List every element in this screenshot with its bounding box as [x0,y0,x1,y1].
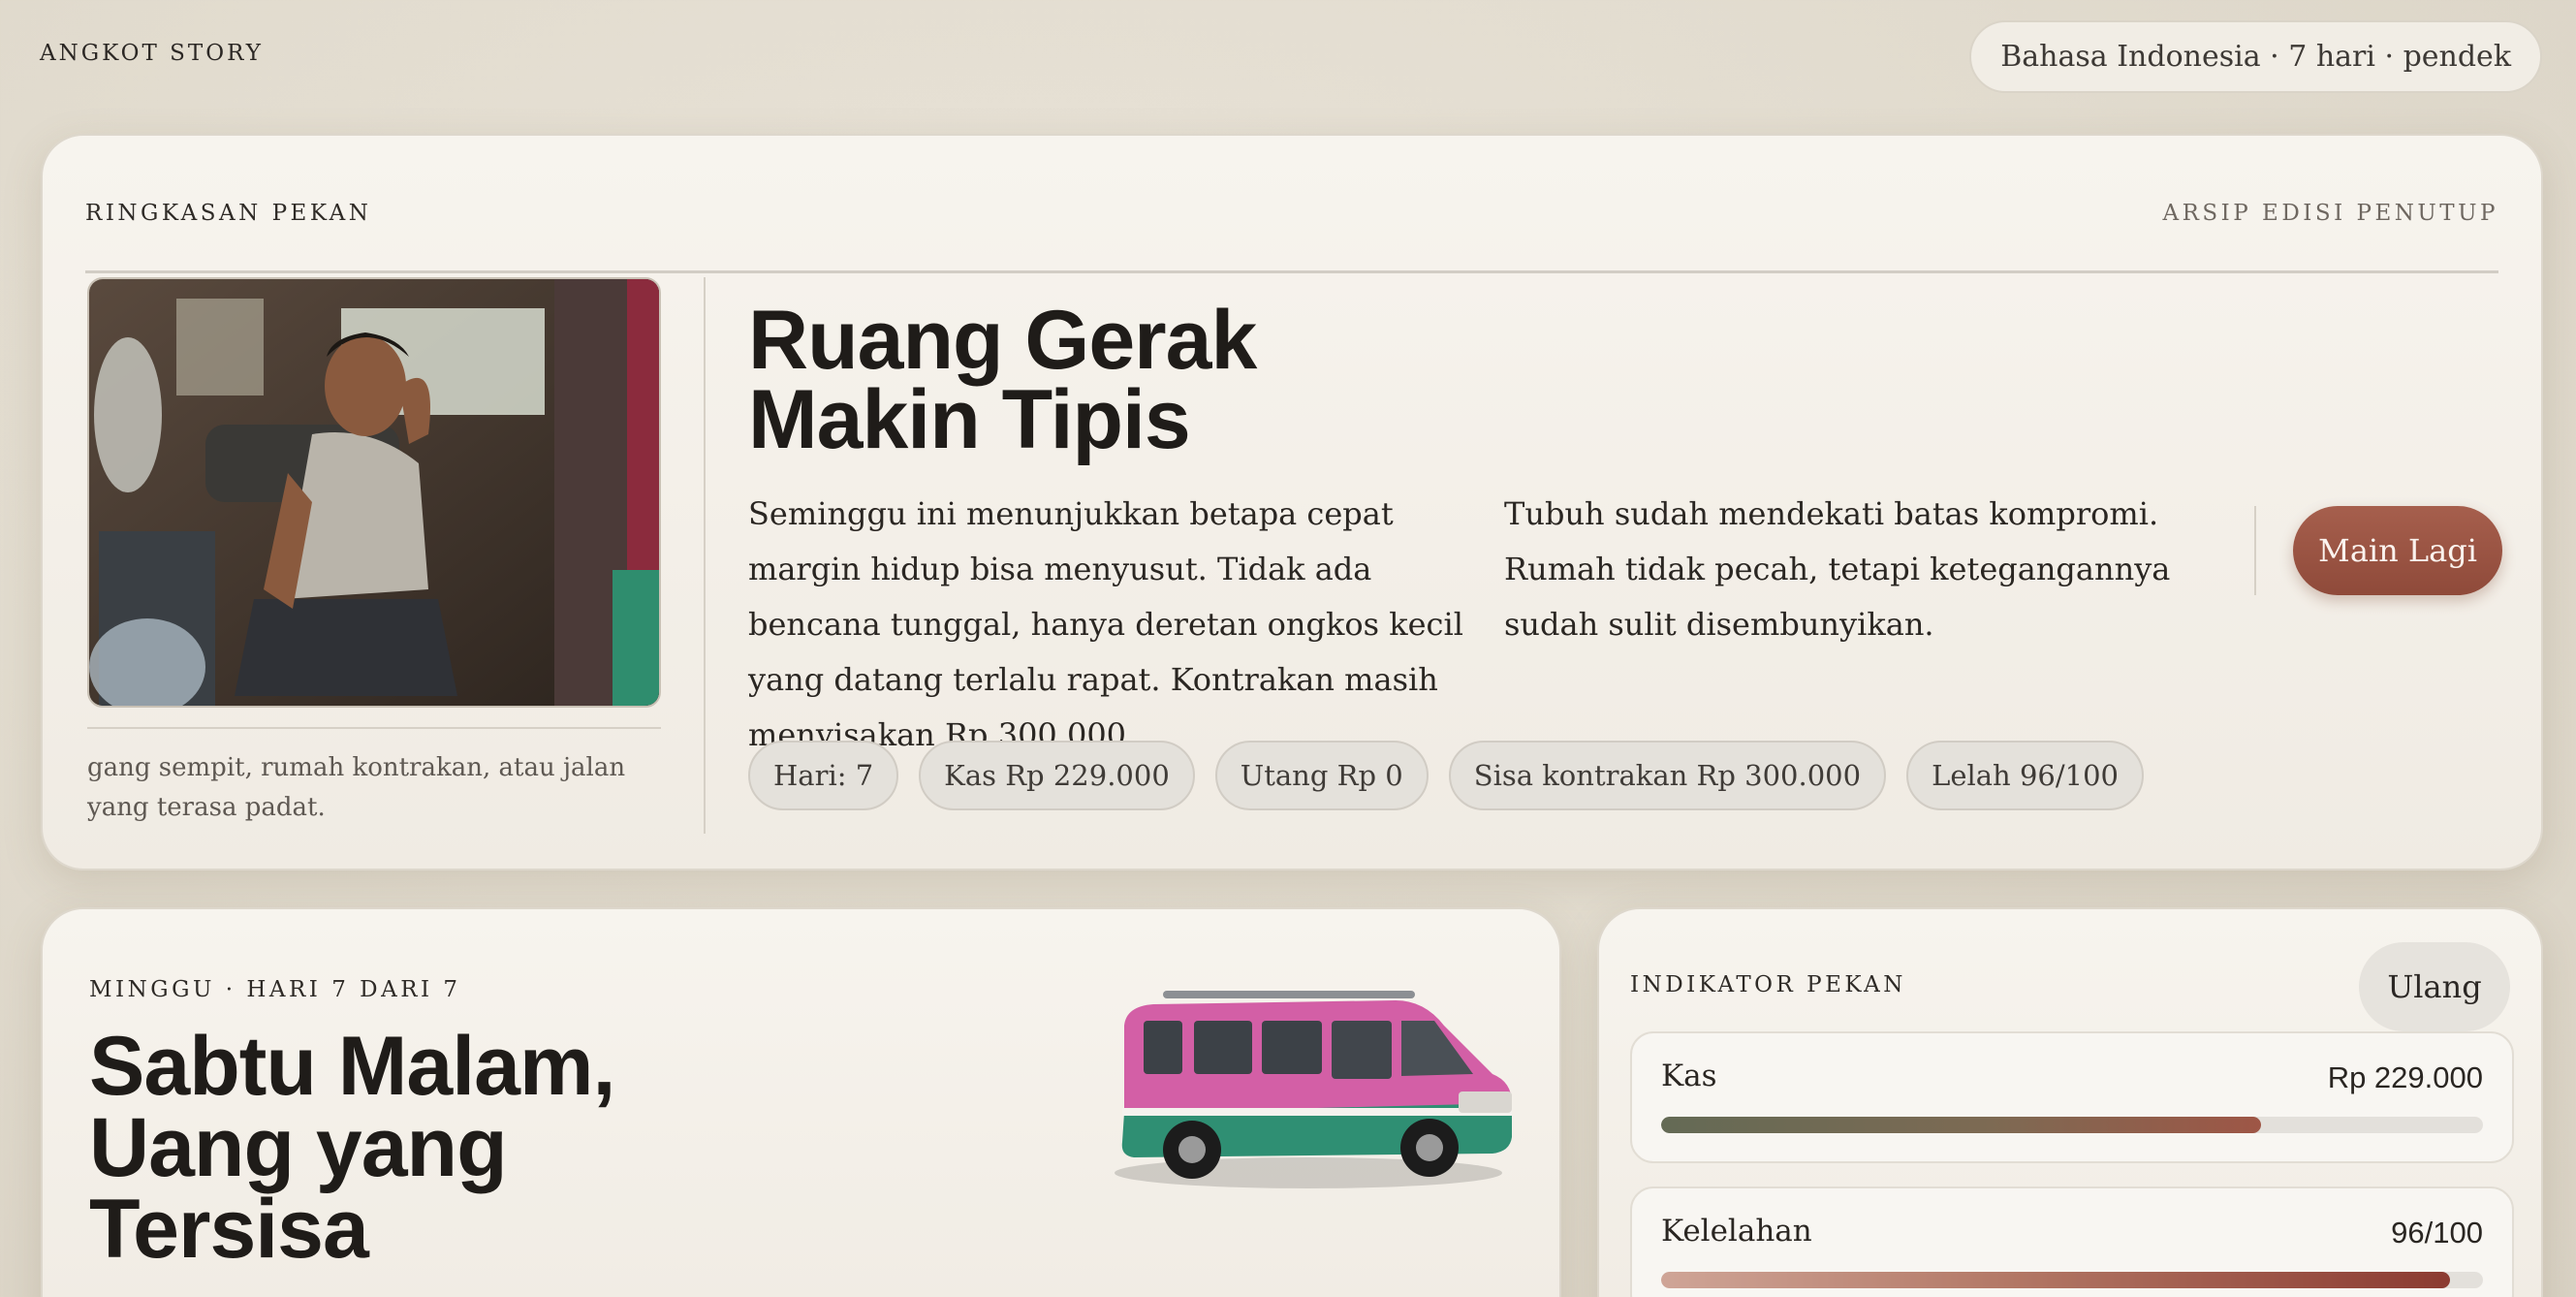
week-title: Sabtu Malam, Uang yang Tersisa [89,1025,768,1271]
button-divider [2254,506,2256,595]
indicators-eyebrow: INDIKATOR PEKAN [1630,972,1906,997]
metric-cash: Kas Rp 229.000 [1630,1031,2514,1163]
archive-label: ARSIP EDISI PENUTUP [2162,201,2498,226]
caption-divider [87,727,661,729]
metric-cash-value: Rp 229.000 [2327,1060,2483,1094]
metric-fatigue-value: 96/100 [2391,1216,2483,1250]
week-title-line-3: Tersisa [89,1183,369,1276]
week-title-line-2: Uang yang [89,1101,508,1194]
column-divider [704,277,706,834]
brand-logo: ANGKOT STORY [40,41,264,66]
header-divider [85,270,2498,273]
headline-line-2: Makin Tipis [748,373,1191,466]
summary-paragraph-2: Tubuh sudah mendekati batas kompromi. Ru… [1504,495,2171,643]
stat-chips: Hari: 7 Kas Rp 229.000 Utang Rp 0 Sisa k… [748,741,2144,810]
fatigue-progress-track [1661,1272,2483,1288]
angkot-van-illustration [1105,967,1531,1200]
metric-fatigue: Kelelahan 96/100 [1630,1186,2514,1297]
reset-button[interactable]: Ulang [2359,942,2510,1031]
stat-chip-rent: Sisa kontrakan Rp 300.000 [1448,741,1887,810]
play-again-button[interactable]: Main Lagi [2293,506,2502,595]
summary-paragraph-1: Seminggu ini menunjukkan betapa cepat ma… [748,495,1463,753]
stat-chip-day: Hari: 7 [748,741,899,810]
tired-driver-photo [87,277,661,708]
stat-chip-cash: Kas Rp 229.000 [919,741,1195,810]
photo-caption: gang sempit, rumah kontrakan, atau jalan… [87,753,626,822]
cash-progress-track [1661,1117,2483,1133]
metric-fatigue-label: Kelelahan [1661,1214,1812,1249]
week-title-line-1: Sabtu Malam, [89,1020,615,1113]
weekly-summary-card: RINGKASAN PEKAN ARSIP EDISI PENUTUP gang… [41,134,2543,870]
week-eyebrow: MINGGU · HARI 7 DARI 7 [89,977,461,1002]
metric-cash-label: Kas [1661,1059,1717,1093]
cash-progress-fill [1661,1117,2262,1133]
summary-eyebrow: RINGKASAN PEKAN [85,201,372,226]
van-graphic [1115,991,1512,1188]
fatigue-progress-fill [1661,1272,2451,1288]
week-card: MINGGU · HARI 7 DARI 7 Sabtu Malam, Uang… [41,907,1561,1297]
stat-chip-debt: Utang Rp 0 [1214,741,1429,810]
photo-illustration [89,279,659,706]
stat-chip-fatigue: Lelah 96/100 [1906,741,2144,810]
settings-pill[interactable]: Bahasa Indonesia · 7 hari · pendek [1969,20,2542,93]
summary-headline: Ruang Gerak Makin Tipis [748,299,1427,461]
weekly-indicators-card: INDIKATOR PEKAN Ulang Kas Rp 229.000 Kel… [1597,907,2543,1297]
